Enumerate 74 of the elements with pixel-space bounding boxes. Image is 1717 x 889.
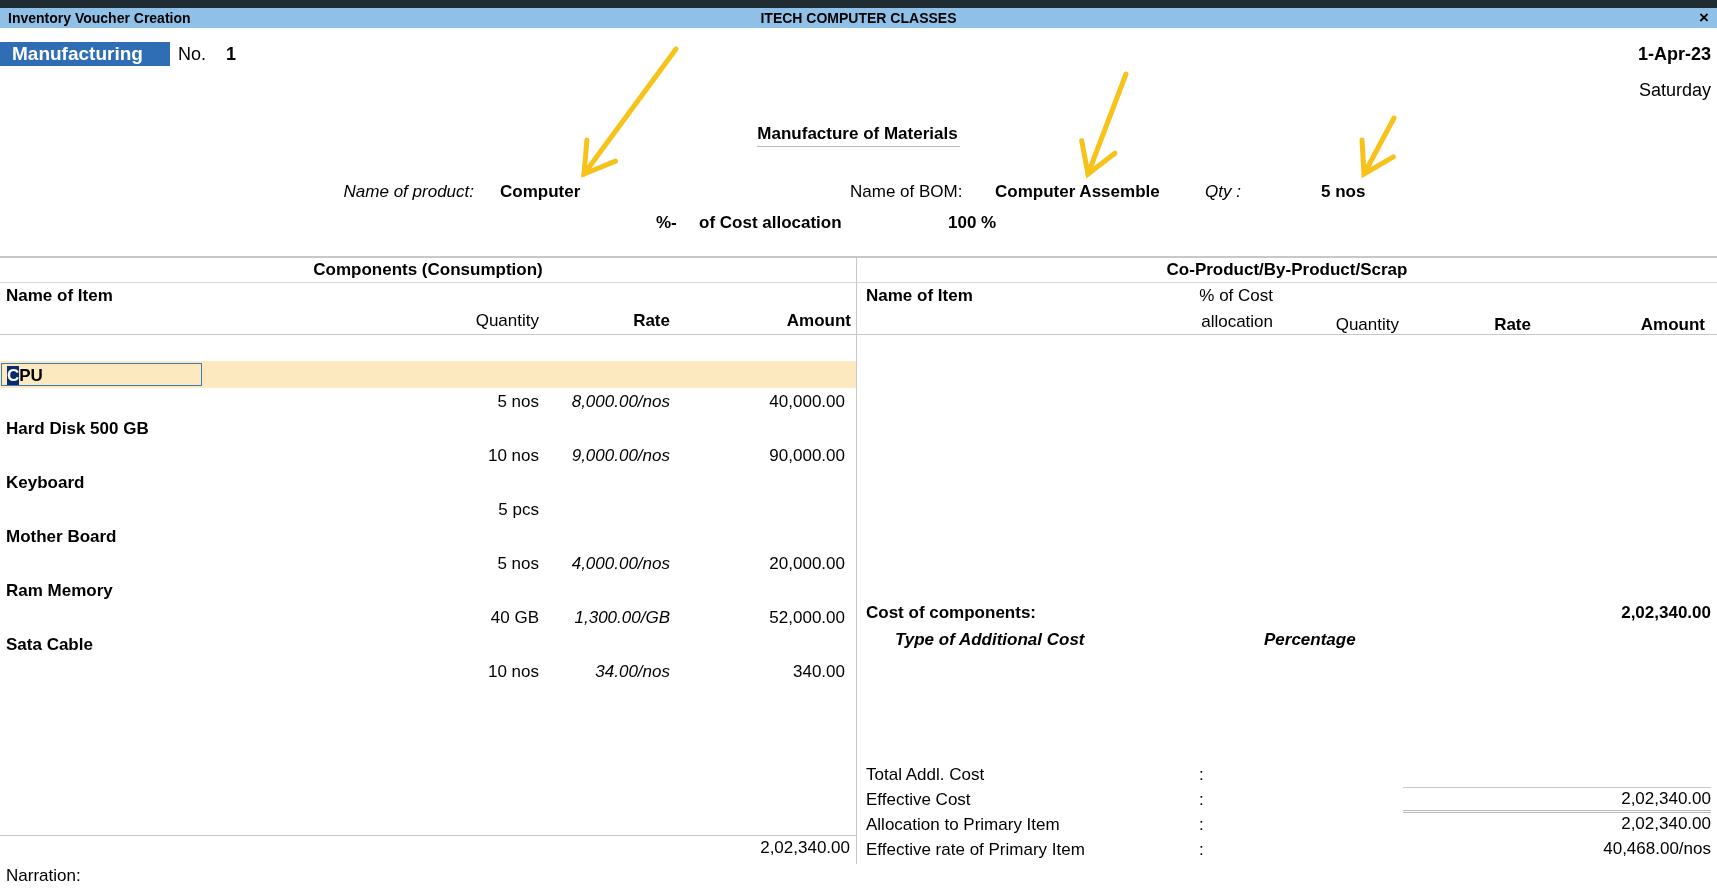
item-name: Hard Disk 500 GB (5, 418, 149, 439)
column-header: Amount (1639, 315, 1706, 335)
summary-value: 2,02,340.00 (1403, 787, 1711, 810)
cost-label: Cost of components: (866, 602, 1036, 623)
voucher-type: Manufacturing (0, 42, 170, 66)
bom-label: Name of BOM: (850, 182, 964, 202)
alloc-label: of Cost allocation (699, 213, 843, 233)
colon: : (1199, 815, 1205, 835)
colon: : (1199, 790, 1205, 810)
item-amount: 52,000.00 (768, 607, 846, 628)
total-amount: 2,02,340.00 (760, 838, 850, 858)
item-quantity: 40 GB (489, 607, 539, 628)
item-rate: 4,000.00/nos (570, 553, 670, 574)
column-header: Name of Item (5, 285, 114, 306)
item-row[interactable]: Ram Memory (0, 577, 856, 604)
summary-label: Effective Cost (866, 790, 972, 810)
item-amount: 20,000.00 (768, 553, 846, 574)
column-header: Rate (632, 311, 670, 331)
item-amount: 40,000.00 (768, 391, 846, 412)
item-name: CPU (1, 363, 202, 386)
summary-label: Effective rate of Primary Item (866, 840, 1086, 860)
bom-value: Computer Assemble (995, 182, 1161, 202)
section-title: Manufacture of Materials (757, 124, 960, 147)
close-button[interactable]: × (1699, 9, 1709, 27)
item-rate: 9,000.00/nos (570, 445, 670, 466)
column-header: Amount (785, 311, 851, 331)
item-quantity: 10 nos (486, 445, 539, 466)
item-quantity: 5 pcs (497, 499, 539, 520)
qty-value: 5 nos (1321, 182, 1367, 202)
company-name: ITECH COMPUTER CLASSES (760, 10, 957, 26)
item-amount: 340.00 (792, 661, 846, 682)
item-rate: 34.00/nos (594, 661, 670, 682)
alloc-value: 100 % (948, 213, 998, 233)
cost-value: 2,02,340.00 (1621, 602, 1711, 623)
product-label: Name of product: (342, 182, 475, 202)
item-row[interactable]: CPU (0, 361, 856, 388)
item-quantity: 10 nos (486, 661, 539, 682)
column-header: Quantity (1334, 315, 1399, 335)
item-name: Ram Memory (5, 580, 113, 601)
voucher-day: Saturday (1638, 80, 1711, 101)
product-value: Computer (499, 182, 582, 202)
column-header: Type of Additional Cost (895, 629, 1086, 650)
qty-label: Qty : (1205, 182, 1242, 202)
summary-label: Total Addl. Cost (866, 765, 986, 785)
item-name: Keyboard (5, 472, 85, 493)
column-header: Quantity (474, 311, 539, 331)
window-title: Inventory Voucher Creation (8, 10, 192, 26)
item-row[interactable]: Keyboard (0, 469, 856, 496)
summary-value: 40,468.00/nos (1602, 838, 1711, 860)
voucher-date: 1-Apr-23 (1637, 43, 1711, 65)
item-name: Sata Cable (5, 634, 93, 655)
column-header: Percentage (1264, 629, 1357, 650)
item-name: Mother Board (5, 526, 117, 547)
item-row[interactable]: Mother Board (0, 523, 856, 550)
narration-label: Narration: (6, 866, 81, 885)
summary-value: 2,02,340.00 (1403, 810, 1711, 835)
item-rate: 1,300.00/GB (573, 607, 670, 628)
colon: : (1199, 765, 1205, 785)
alloc-prefix: %- (656, 213, 678, 233)
item-row[interactable]: Hard Disk 500 GB (0, 415, 856, 442)
summary-label: Allocation to Primary Item (866, 815, 1061, 835)
panel-title: Co-Product/By-Product/Scrap (857, 258, 1717, 283)
column-header: Name of Item (866, 285, 974, 306)
number-label: No. (178, 43, 206, 65)
item-quantity: 5 nos (496, 553, 539, 574)
item-rate: 8,000.00/nos (570, 391, 670, 412)
column-header: % of Cost allocation (1198, 285, 1273, 333)
item-quantity: 5 nos (496, 391, 539, 412)
panel-title: Components (Consumption) (0, 258, 856, 283)
voucher-number: 1 (226, 43, 237, 65)
column-header: Rate (1493, 315, 1531, 335)
item-row[interactable]: Sata Cable (0, 631, 856, 658)
colon: : (1199, 840, 1205, 860)
item-amount: 90,000.00 (768, 445, 846, 466)
